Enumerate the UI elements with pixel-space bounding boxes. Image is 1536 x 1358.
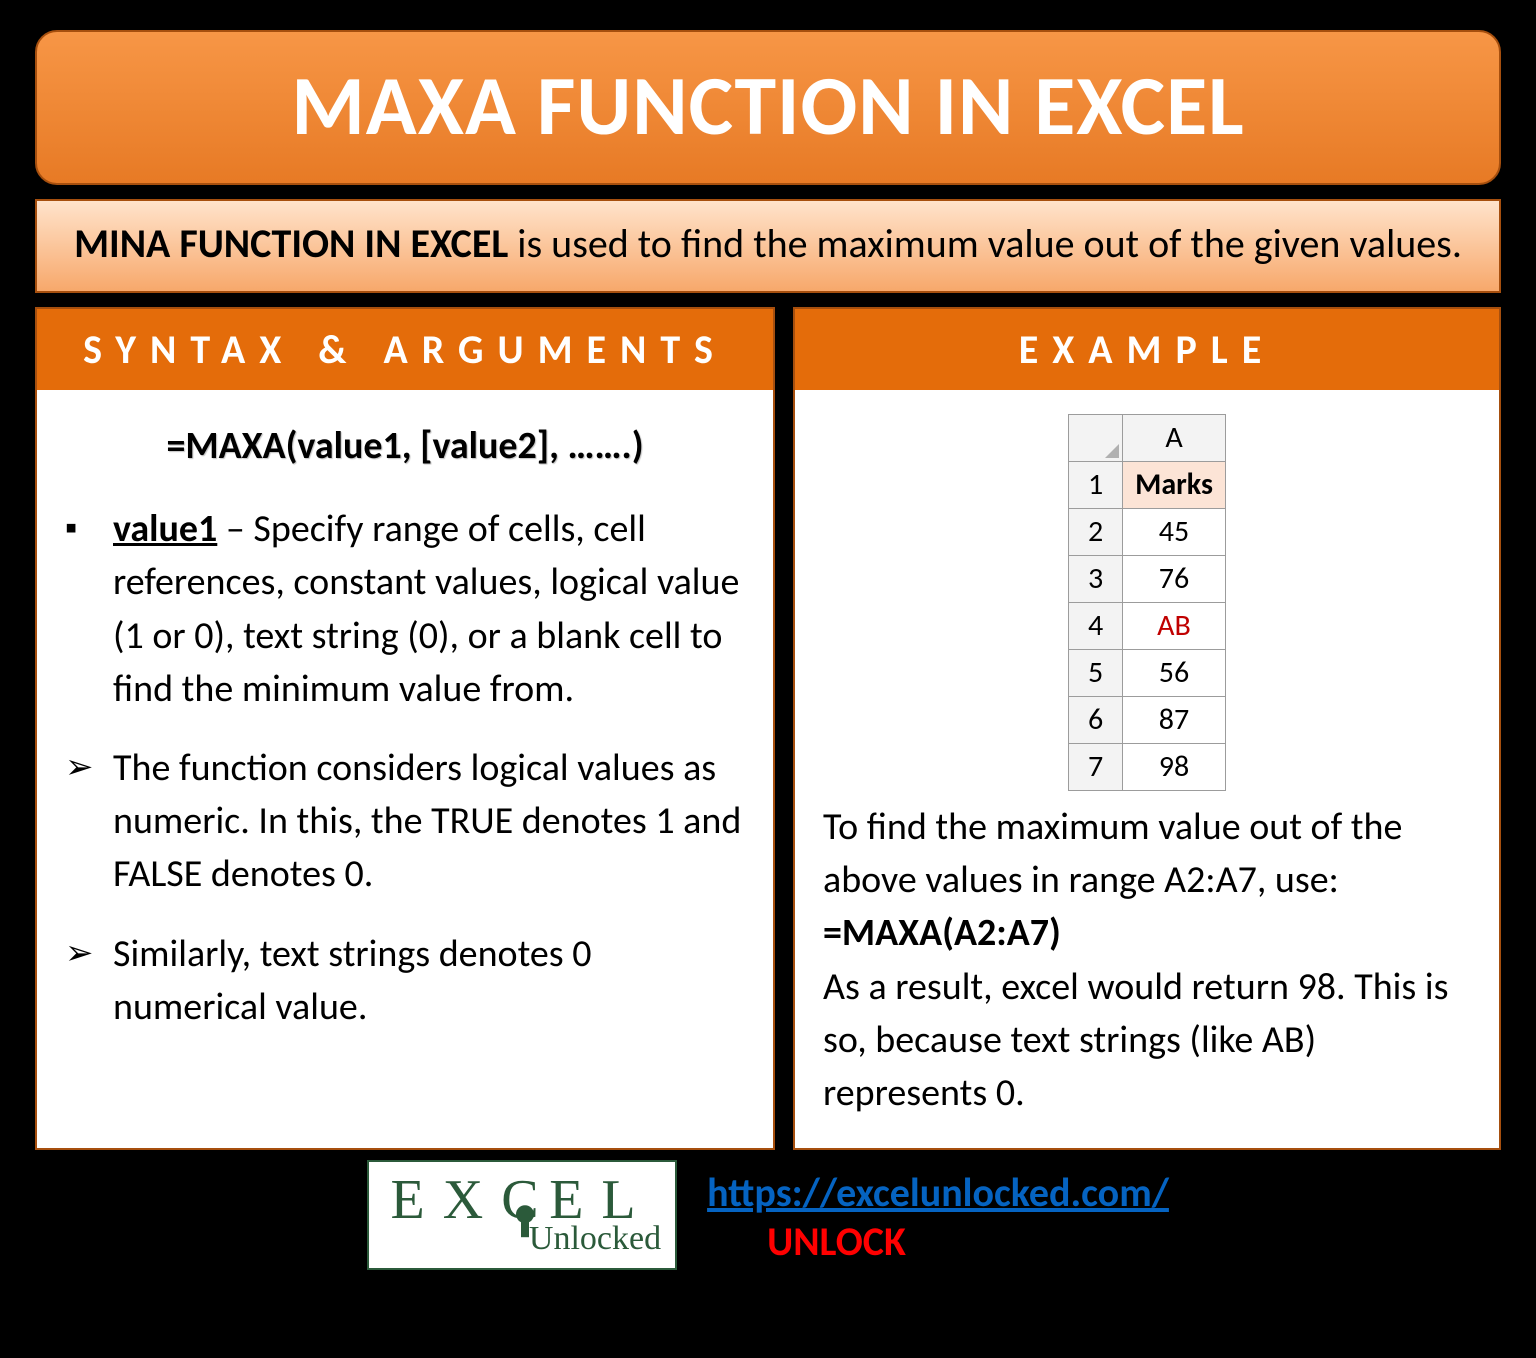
- table-row: 687: [1069, 697, 1226, 744]
- syntax-formula: =MAXA(value1, [value2], …….): [65, 420, 745, 473]
- example-header: EXAMPLE: [795, 309, 1499, 390]
- table-row: 376: [1069, 556, 1226, 603]
- table-cell: Marks: [1123, 462, 1226, 509]
- example-text: To find the maximum value out of the abo…: [823, 801, 1471, 1120]
- table-head-row: A: [1069, 415, 1226, 462]
- table-cell: 76: [1123, 556, 1226, 603]
- table-col-A: A: [1123, 415, 1226, 462]
- logo-part-1: EX: [391, 1172, 502, 1228]
- footer-right: https://excelunlocked.com/ UNLOCK: [707, 1160, 1169, 1266]
- arg-value1-label: value1: [113, 506, 217, 552]
- chevron-bullet-icon: ➢: [65, 928, 113, 1034]
- example-formula: =MAXA(A2:A7): [823, 910, 1061, 956]
- square-bullet-icon: ▪: [65, 503, 113, 716]
- description-bold: MINA FUNCTION IN EXCEL: [74, 219, 508, 268]
- description-box: MINA FUNCTION IN EXCEL is used to find t…: [35, 199, 1501, 293]
- footer: EX C EL Unlocked https://excelunlocked.c…: [35, 1160, 1501, 1270]
- description-rest: is used to find the maximum value out of…: [508, 219, 1462, 268]
- table-cell: AB: [1123, 603, 1226, 650]
- table-row-num: 2: [1069, 509, 1123, 556]
- syntax-header: SYNTAX & ARGUMENTS: [37, 309, 773, 390]
- table-row: 798: [1069, 744, 1226, 791]
- example-p2: As a result, excel would return 98. This…: [823, 964, 1448, 1116]
- example-table: A 1Marks2453764AB556687798: [1068, 414, 1226, 791]
- table-row: 4AB: [1069, 603, 1226, 650]
- page-title: MAXA FUNCTION IN EXCEL: [47, 54, 1489, 157]
- table-row-num: 5: [1069, 650, 1123, 697]
- brand-logo: EX C EL Unlocked: [367, 1160, 677, 1270]
- table-row-num: 6: [1069, 697, 1123, 744]
- table-row: 556: [1069, 650, 1226, 697]
- footer-unlock: UNLOCK: [767, 1217, 906, 1266]
- chevron-bullet-icon: ➢: [65, 742, 113, 902]
- table-row-num: 4: [1069, 603, 1123, 650]
- note-2-text: Similarly, text strings denotes 0 numeri…: [113, 928, 745, 1034]
- table-row: 245: [1069, 509, 1226, 556]
- example-body: A 1Marks2453764AB556687798 To find the m…: [795, 390, 1499, 1148]
- table-corner-cell: [1069, 415, 1123, 462]
- syntax-panel: SYNTAX & ARGUMENTS =MAXA(value1, [value2…: [35, 307, 775, 1150]
- table-row: 1Marks: [1069, 462, 1226, 509]
- table-cell: 56: [1123, 650, 1226, 697]
- table-cell: 87: [1123, 697, 1226, 744]
- arg-value1-text: value1 – Specify range of cells, cell re…: [113, 503, 745, 716]
- table-cell: 45: [1123, 509, 1226, 556]
- table-row-num: 1: [1069, 462, 1123, 509]
- columns: SYNTAX & ARGUMENTS =MAXA(value1, [value2…: [35, 307, 1501, 1150]
- table-cell: 98: [1123, 744, 1226, 791]
- example-panel: EXAMPLE A 1Marks2453764AB556687798 To fi…: [793, 307, 1501, 1150]
- keyhole-icon: [516, 1205, 534, 1223]
- syntax-body: =MAXA(value1, [value2], …….) ▪ value1 – …: [37, 390, 773, 1088]
- note-2-row: ➢ Similarly, text strings denotes 0 nume…: [65, 928, 745, 1034]
- note-1-text: The function considers logical values as…: [113, 742, 745, 902]
- table-row-num: 3: [1069, 556, 1123, 603]
- title-banner: MAXA FUNCTION IN EXCEL: [35, 30, 1501, 185]
- logo-part-c: C: [501, 1172, 549, 1228]
- footer-link[interactable]: https://excelunlocked.com/: [707, 1168, 1169, 1217]
- arg-value1-row: ▪ value1 – Specify range of cells, cell …: [65, 503, 745, 716]
- example-p1: To find the maximum value out of the abo…: [823, 804, 1402, 903]
- table-row-num: 7: [1069, 744, 1123, 791]
- note-1-row: ➢ The function considers logical values …: [65, 742, 745, 902]
